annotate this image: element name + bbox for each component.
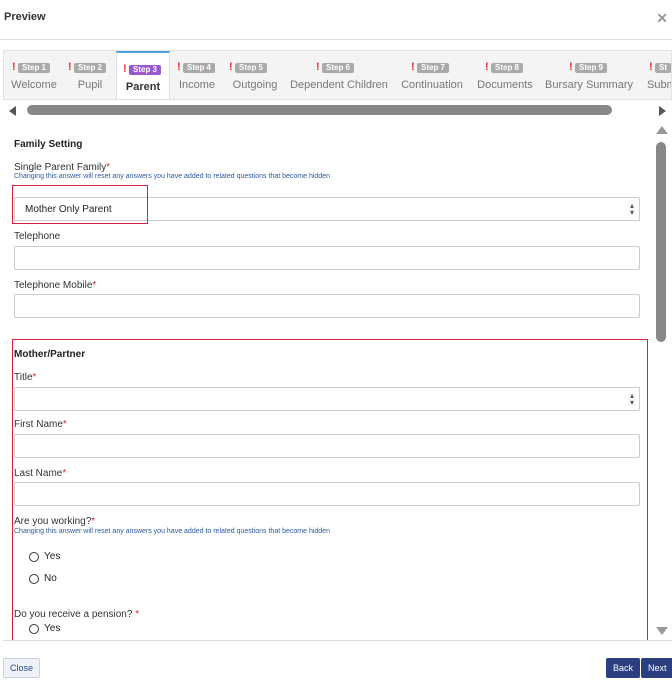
step-badge: Step 4 — [183, 63, 216, 73]
dialog-title: Preview — [4, 11, 46, 23]
tab-label: Pupil — [77, 79, 103, 91]
dialog-footer: Close Back Next — [0, 652, 672, 687]
tab-step-6[interactable]: ! Step 6 Dependent Children — [286, 51, 392, 99]
scroll-right-icon[interactable] — [659, 106, 666, 116]
dialog-titlebar: Preview ✕ — [0, 0, 672, 40]
section-title-mother: Mother/Partner — [14, 349, 86, 360]
radio-label: Yes — [44, 551, 61, 562]
next-button[interactable]: Next — [641, 658, 672, 678]
scroll-down-icon[interactable] — [656, 627, 668, 635]
tab-step-3[interactable]: ! Step 3 Parent — [116, 51, 170, 99]
warning-icon: ! — [123, 63, 127, 75]
step-badge: Step 3 — [129, 65, 162, 75]
last-name-label: Last Name* — [14, 468, 67, 479]
tab-step-1[interactable]: ! Step 1 Welcome — [4, 51, 64, 99]
scroll-left-icon[interactable] — [9, 106, 16, 116]
tab-step-7[interactable]: ! Step 7 Continuation — [392, 51, 472, 99]
step-badge: Step 6 — [322, 63, 355, 73]
scroll-up-icon[interactable] — [656, 126, 668, 134]
working-label: Are you working?* — [14, 516, 96, 527]
radio-circle[interactable] — [29, 552, 39, 562]
section-title-family: Family Setting — [14, 139, 83, 150]
radio-label: No — [44, 573, 57, 584]
warning-icon: ! — [485, 61, 489, 73]
step-badge: Step 5 — [235, 63, 268, 73]
preview-dialog: Preview ✕ ! Step 1 Welcome ! Step 2 Pupi… — [0, 0, 672, 687]
pension-label: Do you receive a pension? * — [14, 609, 140, 620]
scrollbar-thumb[interactable] — [27, 105, 612, 115]
single-parent-label: Single Parent Family* — [14, 162, 111, 173]
form-content: Family Setting Single Parent Family* Cha… — [3, 119, 672, 641]
radio-label: Yes — [44, 623, 61, 634]
step-badge: Step 1 — [18, 63, 51, 73]
mobile-input[interactable] — [14, 294, 640, 318]
last-name-input[interactable] — [14, 482, 640, 506]
scrollbar-thumb[interactable] — [656, 142, 666, 342]
warning-icon: ! — [316, 61, 320, 73]
telephone-label: Telephone — [14, 231, 61, 242]
telephone-input[interactable] — [14, 246, 640, 270]
tab-step-5[interactable]: ! Step 5 Outgoing — [224, 51, 286, 99]
tab-label: Dependent Children — [290, 79, 388, 91]
reset-warning-hint: Changing this answer will reset any answ… — [14, 173, 330, 180]
warning-icon: ! — [177, 61, 181, 73]
tab-label: Outgoing — [232, 79, 278, 91]
tab-label: Documents — [477, 79, 533, 91]
step-badge: Step 8 — [491, 63, 524, 73]
close-button[interactable]: Close — [3, 658, 41, 678]
warning-icon: ! — [229, 61, 233, 73]
first-name-input[interactable] — [14, 434, 640, 458]
vertical-scrollbar[interactable] — [655, 119, 668, 640]
warning-icon: ! — [411, 61, 415, 73]
warning-icon: ! — [649, 61, 653, 73]
step-badge: Step 2 — [74, 63, 107, 73]
mobile-label: Telephone Mobile* — [14, 280, 97, 291]
tab-step-2[interactable]: ! Step 2 Pupil — [64, 51, 116, 99]
select-value: Mother Only Parent — [25, 204, 112, 215]
radio-circle[interactable] — [29, 574, 39, 584]
step-tabs: ! Step 1 Welcome ! Step 2 Pupil ! Step 3… — [3, 50, 672, 100]
step-badge: Step 9 — [575, 63, 608, 73]
tab-label: Parent — [125, 81, 161, 93]
select-caret-icon: ▴ ▾ — [629, 391, 634, 407]
reset-warning-hint: Changing this answer will reset any answ… — [14, 528, 330, 535]
title-label: Title* — [14, 372, 37, 383]
single-parent-select[interactable]: Mother Only Parent ▴ ▾ — [14, 197, 640, 221]
step-badge: Step 7 — [417, 63, 450, 73]
select-caret-icon: ▴ ▾ — [629, 201, 634, 217]
tab-label: Income — [178, 79, 216, 91]
tab-label: Subm — [647, 79, 671, 91]
tab-step-8[interactable]: ! Step 8 Documents — [472, 51, 538, 99]
radio-circle[interactable] — [29, 624, 39, 634]
step-badge: St — [655, 63, 671, 73]
horizontal-scrollbar[interactable] — [3, 103, 672, 118]
warning-icon: ! — [569, 61, 573, 73]
title-select[interactable]: ▴ ▾ — [14, 387, 640, 411]
warning-icon: ! — [12, 61, 16, 73]
warning-icon: ! — [68, 61, 72, 73]
close-icon[interactable]: ✕ — [656, 10, 668, 27]
tab-label: Bursary Summary — [544, 79, 634, 91]
tab-step-9[interactable]: ! Step 9 Bursary Summary — [538, 51, 640, 99]
tab-step-10[interactable]: ! St Subm — [640, 51, 671, 99]
tab-step-4[interactable]: ! Step 4 Income — [170, 51, 224, 99]
back-button[interactable]: Back — [606, 658, 641, 678]
tab-label: Continuation — [401, 79, 463, 91]
first-name-label: First Name* — [14, 419, 67, 430]
tab-label: Welcome — [11, 79, 57, 91]
